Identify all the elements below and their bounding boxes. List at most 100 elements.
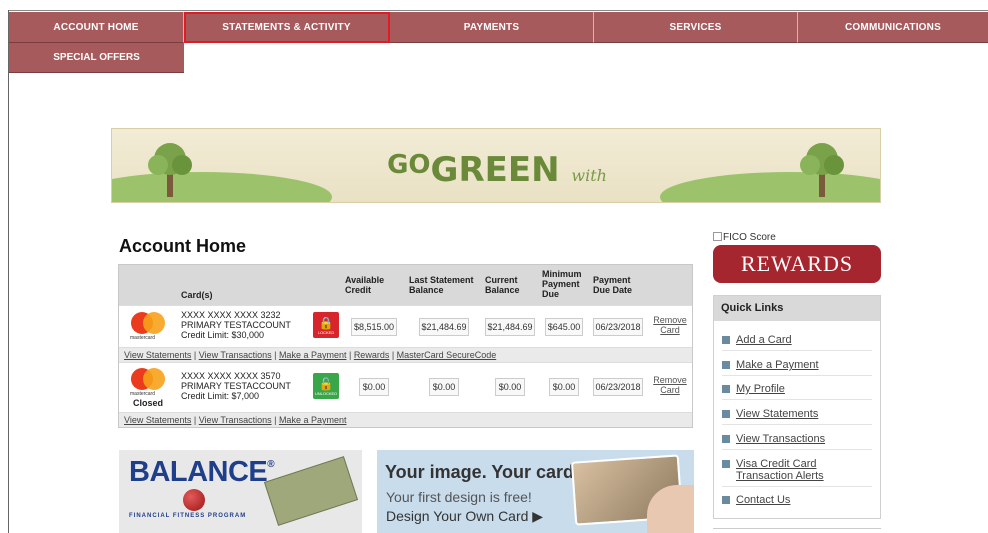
card-credit-limit: Credit Limit: $30,000 — [181, 330, 265, 340]
card-details: XXXX XXXX XXXX 3232 PRIMARY TESTACCOUNT … — [181, 310, 291, 340]
card-brand-label: mastercard — [130, 335, 156, 341]
table-row: mastercard XXXX XXXX XXXX 3232 PRIMARY T… — [119, 305, 692, 347]
main-nav: ACCOUNT HOME STATEMENTS & ACTIVITY PAYME… — [9, 12, 988, 43]
remove-card-link[interactable]: Remove Card — [652, 315, 688, 335]
accounts-table: Card(s) Available Credit Last Statement … — [118, 264, 693, 428]
accounts-table-header: Card(s) Available Credit Last Statement … — [119, 265, 692, 305]
tree-icon — [800, 143, 844, 197]
lock-label: LOCKED — [317, 329, 335, 335]
card-status-closed: Closed — [133, 398, 164, 408]
nav-services[interactable]: SERVICES — [594, 12, 798, 43]
quick-link-label: View Transactions — [736, 433, 826, 445]
nav-statements-activity[interactable]: STATEMENTS & ACTIVITY — [184, 12, 390, 43]
make-payment-link[interactable]: Make a Payment — [279, 415, 347, 425]
quick-links-title: Quick Links — [714, 296, 880, 321]
last-statement-balance-value: $0.00 — [429, 378, 459, 396]
quick-link-label: Make a Payment — [736, 359, 819, 371]
minimum-payment-due-value: $0.00 — [549, 378, 579, 396]
current-balance-value: $21,484.69 — [485, 318, 535, 336]
card-lock-toggle[interactable]: 🔒 LOCKED — [313, 312, 339, 338]
current-balance-value: $0.00 — [495, 378, 525, 396]
card-credit-limit: Credit Limit: $7,000 — [181, 391, 260, 401]
card-holder-name: PRIMARY TESTACCOUNT — [181, 320, 291, 330]
nav-account-home[interactable]: ACCOUNT HOME — [9, 12, 184, 43]
payment-due-date-value: 06/23/2018 — [593, 318, 643, 336]
fico-score-image[interactable]: FICO Score — [713, 232, 776, 243]
quick-link-label: My Profile — [736, 383, 785, 395]
quick-link-view-statements[interactable]: View Statements — [722, 408, 872, 425]
card-holder-name: PRIMARY TESTACCOUNT — [181, 381, 291, 391]
header-minimum-payment-due: Minimum Payment Due — [542, 269, 582, 299]
design-your-own-card-link[interactable]: Design Your Own Card ▶ — [386, 508, 543, 525]
nav-communications[interactable]: COMMUNICATIONS — [798, 12, 988, 43]
minimum-payment-due-value: $645.00 — [545, 318, 583, 336]
rewards-button[interactable]: REWARDS — [713, 245, 881, 283]
quick-links-panel: Quick Links Add a Card Make a Payment My… — [713, 295, 881, 519]
arrow-right-icon — [722, 361, 730, 369]
available-credit-value: $8,515.00 — [351, 318, 397, 336]
page-frame-left — [8, 10, 9, 533]
quick-link-label: Visa Credit Card Transaction Alerts — [736, 458, 824, 482]
view-statements-link[interactable]: View Statements — [124, 415, 191, 425]
page-title: Account Home — [119, 236, 247, 256]
banner-green: GREEN — [430, 150, 560, 190]
card-actions-row: View Statements | View Transactions | Ma… — [119, 412, 692, 427]
view-transactions-link[interactable]: View Transactions — [199, 350, 272, 360]
unlock-icon: 🔓 — [318, 376, 334, 391]
quick-link-label: View Statements — [736, 408, 819, 420]
view-statements-link[interactable]: View Statements — [124, 350, 191, 360]
header-cards: Card(s) — [181, 290, 213, 300]
card-number: XXXX XXXX XXXX 3232 — [181, 310, 281, 320]
quick-link-my-profile[interactable]: My Profile — [722, 383, 872, 400]
go-green-banner[interactable]: GOGREEN with eStatements — [111, 128, 881, 203]
arrow-right-icon — [722, 460, 730, 468]
card-actions-row: View Statements | View Transactions | Ma… — [119, 347, 692, 362]
card-details: XXXX XXXX XXXX 3570 PRIMARY TESTACCOUNT … — [181, 371, 291, 401]
lock-icon: 🔒 — [318, 315, 334, 330]
quick-link-make-payment[interactable]: Make a Payment — [722, 359, 872, 376]
quick-link-visa-alerts[interactable]: Visa Credit Card Transaction Alerts — [722, 458, 872, 487]
mastercard-logo-icon — [131, 312, 165, 334]
money-icon — [263, 456, 359, 526]
remove-card-link[interactable]: Remove Card — [652, 375, 688, 395]
nav-payments[interactable]: PAYMENTS — [390, 12, 594, 43]
page-frame-top — [8, 10, 988, 11]
quick-link-contact-us[interactable]: Contact Us — [722, 494, 872, 510]
header-last-statement-balance: Last Statement Balance — [409, 275, 474, 295]
promo-card-subtitle: Your first design is free! — [386, 489, 532, 505]
available-credit-value: $0.00 — [359, 378, 389, 396]
banner-go: GO — [387, 150, 431, 180]
securecode-link[interactable]: MasterCard SecureCode — [397, 350, 497, 360]
balance-subtitle: FINANCIAL FITNESS PROGRAM — [129, 513, 247, 519]
make-payment-link[interactable]: Make a Payment — [279, 350, 347, 360]
mastercard-logo-icon — [131, 368, 165, 390]
banner-estatements: eStatements — [374, 200, 619, 202]
header-available-credit: Available Credit — [345, 275, 385, 295]
arrow-right-icon — [722, 496, 730, 504]
card-brand-label: mastercard — [130, 391, 156, 397]
quick-link-add-card[interactable]: Add a Card — [722, 334, 872, 351]
arrow-right-icon — [722, 435, 730, 443]
design-card-promo[interactable]: Your image. Your card. Your first design… — [377, 450, 694, 533]
lock-label: UNLOCKED — [314, 390, 338, 396]
banner-headline: GOGREEN with eStatements — [262, 143, 732, 202]
header-payment-due-date: Payment Due Date — [593, 275, 633, 295]
balance-ball-icon — [183, 489, 205, 511]
card-lock-toggle[interactable]: 🔓 UNLOCKED — [313, 373, 339, 399]
fico-alt-text: FICO Score — [723, 232, 776, 243]
arrow-right-icon — [722, 336, 730, 344]
balance-logo-text: BALANCE® — [129, 456, 275, 489]
nav-special-offers[interactable]: SPECIAL OFFERS — [9, 43, 184, 73]
last-statement-balance-value: $21,484.69 — [419, 318, 469, 336]
quick-link-label: Contact Us — [736, 494, 791, 506]
payment-due-date-value: 06/23/2018 — [593, 378, 643, 396]
quick-link-view-transactions[interactable]: View Transactions — [722, 433, 872, 450]
table-row: mastercard Closed XXXX XXXX XXXX 3570 PR… — [119, 362, 692, 412]
card-number: XXXX XXXX XXXX 3570 — [181, 371, 281, 381]
balance-promo[interactable]: BALANCE® FINANCIAL FITNESS PROGRAM — [119, 450, 362, 533]
broken-image-icon — [713, 232, 722, 241]
promo-card-title: Your image. Your card. — [385, 462, 580, 482]
rewards-link[interactable]: Rewards — [354, 350, 390, 360]
sidebar-next-panel-edge — [713, 528, 881, 533]
view-transactions-link[interactable]: View Transactions — [199, 415, 272, 425]
